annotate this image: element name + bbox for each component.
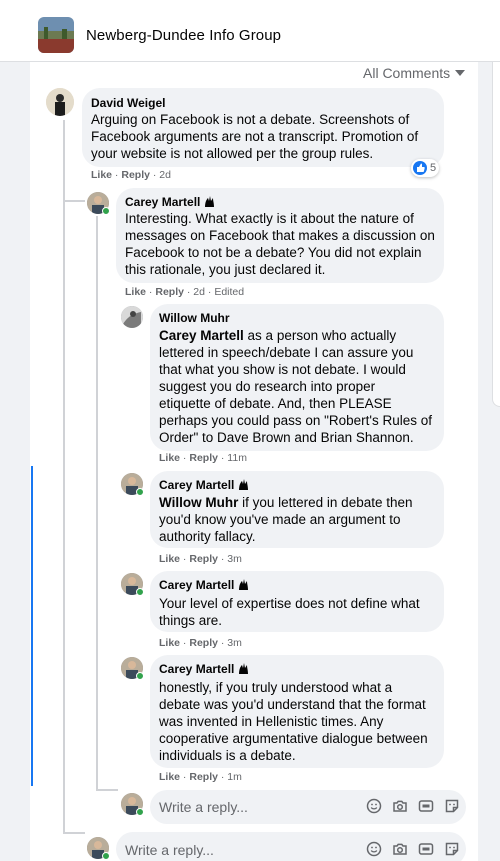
- reply-link[interactable]: Reply: [189, 637, 218, 649]
- timestamp[interactable]: 3m: [227, 637, 242, 649]
- comment-text-line: lettered in speech/debate I can assure y…: [159, 345, 414, 360]
- comment-actions: Like · Reply · 3m: [159, 553, 242, 565]
- comment-text-line: Your level of expertise does not define …: [159, 596, 420, 611]
- comment-author[interactable]: Carey Martell: [125, 195, 200, 209]
- reply-link[interactable]: Reply: [189, 452, 218, 464]
- timestamp[interactable]: 1m: [227, 771, 242, 783]
- reply-link[interactable]: Reply: [155, 286, 184, 298]
- comment-actions: Like · Reply · 11m: [159, 452, 247, 464]
- comment-text-line: suggest you do research into proper: [159, 379, 376, 394]
- thread-line: [63, 120, 65, 834]
- reply-placeholder: Write a reply...: [125, 842, 214, 858]
- like-link[interactable]: Like: [91, 169, 112, 181]
- comment-text-line: Willow Muhr if you lettered in debate th…: [159, 495, 413, 510]
- comment-text-line: cooperative argumentative dialogue betwe…: [159, 731, 428, 746]
- online-status-indicator: [136, 588, 144, 596]
- comment-author[interactable]: David Weigel: [91, 96, 165, 110]
- comment-text-line: debate was you'd understand that the for…: [159, 697, 426, 712]
- thread-line: [96, 789, 118, 791]
- group-badge-icon: [236, 576, 252, 592]
- thread-line: [63, 832, 85, 834]
- online-status-indicator: [136, 672, 144, 680]
- emoji-icon[interactable]: [366, 798, 382, 814]
- timestamp[interactable]: 2d: [193, 286, 205, 298]
- mention-link[interactable]: Willow Muhr: [159, 495, 238, 510]
- comment-text-line: Carey Martell as a person who actually: [159, 328, 397, 343]
- comment-text-line: messages on Facebook that makes a discus…: [125, 228, 435, 243]
- comment-author[interactable]: Carey Martell: [159, 578, 234, 592]
- reaction-count: 5: [430, 162, 437, 174]
- comment-text-line: Order" to Dave Brown and Brian Shannon.: [159, 430, 414, 445]
- reply-link[interactable]: Reply: [189, 553, 218, 565]
- camera-icon[interactable]: [392, 798, 408, 814]
- thread-highlight-line: [31, 466, 33, 786]
- group-badge-icon: [202, 193, 218, 209]
- timestamp[interactable]: 3m: [227, 553, 242, 565]
- comment-author[interactable]: Willow Muhr: [159, 311, 230, 325]
- sticker-icon[interactable]: [444, 798, 460, 814]
- comment-sort-dropdown[interactable]: All Comments: [363, 65, 450, 81]
- comment-text-line: that what you show is not debate. I woul…: [159, 362, 406, 377]
- camera-icon[interactable]: [392, 841, 408, 857]
- avatar[interactable]: [121, 306, 143, 328]
- like-link[interactable]: Like: [125, 286, 146, 298]
- like-link[interactable]: Like: [159, 637, 180, 649]
- reaction-summary[interactable]: 5: [411, 159, 440, 177]
- group-name-link[interactable]: Newberg-Dundee Info Group: [86, 27, 281, 44]
- comment-author[interactable]: Carey Martell: [159, 662, 234, 676]
- comment-text-line: individuals is a debate.: [159, 748, 296, 763]
- comment-actions: Like · Reply · 1m: [159, 771, 242, 783]
- chevron-down-icon[interactable]: [455, 70, 465, 76]
- right-rail-card: [492, 62, 500, 407]
- comment-text-line: Arguing on Facebook is not a debate. Scr…: [91, 112, 410, 127]
- comment-author[interactable]: Carey Martell: [159, 478, 234, 492]
- gif-icon[interactable]: [418, 798, 434, 814]
- online-status-indicator: [136, 488, 144, 496]
- like-link[interactable]: Like: [159, 553, 180, 565]
- online-status-indicator: [102, 852, 110, 860]
- comment-actions: Like · Reply · 2d · Edited: [125, 286, 245, 298]
- gif-icon[interactable]: [418, 841, 434, 857]
- comment-text-line: perhaps you could pass on "Robert's Rule…: [159, 413, 433, 428]
- online-status-indicator: [136, 808, 144, 816]
- reply-link[interactable]: Reply: [189, 771, 218, 783]
- comment-text-line: honestly, if you truly understood what a: [159, 680, 393, 695]
- group-header: Newberg-Dundee Info Group: [0, 0, 500, 62]
- comment-text-line: etiquette of debate. And, then PLEASE: [159, 396, 392, 411]
- thread-line: [63, 200, 85, 202]
- comment-text-line: Interesting. What exactly is it about th…: [125, 211, 414, 226]
- reply-link[interactable]: Reply: [121, 169, 150, 181]
- group-cover-thumbnail[interactable]: [38, 17, 74, 53]
- comment-actions: Like · Reply · 3m: [159, 637, 242, 649]
- like-link[interactable]: Like: [159, 452, 180, 464]
- comment-text-line: Facebook arguments are not a transcript.…: [91, 129, 419, 144]
- thread-line: [96, 216, 98, 790]
- comment-text-line: authority fallacy.: [159, 529, 256, 544]
- edited-label[interactable]: Edited: [214, 286, 244, 298]
- comment-text-line: your website is not allowed per the grou…: [91, 146, 374, 161]
- timestamp[interactable]: 11m: [227, 452, 247, 464]
- comment-actions: Like · Reply · 2d: [91, 169, 171, 181]
- timestamp[interactable]: 2d: [159, 169, 171, 181]
- comment-text-line: things are.: [159, 613, 223, 628]
- group-badge-icon: [236, 476, 252, 492]
- avatar[interactable]: [46, 88, 74, 116]
- comment-text-line: was invented in Hellenistic times. Any: [159, 714, 384, 729]
- emoji-icon[interactable]: [366, 841, 382, 857]
- group-badge-icon: [236, 660, 252, 676]
- online-status-indicator: [102, 207, 110, 215]
- comment-text-line: you'd know you've made an argument to: [159, 512, 401, 527]
- like-reaction-icon: [413, 161, 427, 175]
- mention-link[interactable]: Carey Martell: [159, 328, 244, 343]
- comment-text-line: this rationale, you just declared it.: [125, 262, 326, 277]
- sticker-icon[interactable]: [444, 841, 460, 857]
- reply-placeholder: Write a reply...: [159, 799, 248, 815]
- comment-text-line: Facebook to not be a debate? You did not…: [125, 245, 422, 260]
- like-link[interactable]: Like: [159, 771, 180, 783]
